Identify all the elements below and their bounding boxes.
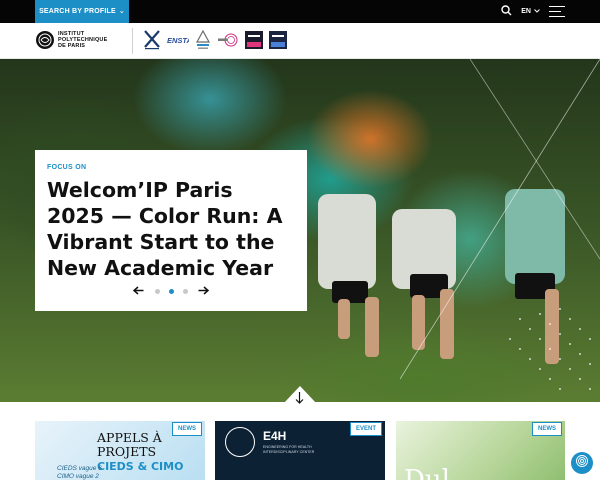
- news-tile[interactable]: Dul NEWS: [396, 421, 565, 480]
- telecom-sudparis-logo[interactable]: [269, 29, 287, 51]
- hero-image-runner-leg: [338, 299, 350, 339]
- search-by-profile-button[interactable]: SEARCH BY PROFILE ⌄: [35, 0, 129, 23]
- event-badge: EVENT: [349, 422, 382, 436]
- carousel-pager: [35, 284, 307, 298]
- arrow-right-icon[interactable]: [197, 284, 211, 298]
- divider: [132, 28, 133, 54]
- news-tile-heading: APPELS À PROJETS CIEDS & CIMO: [97, 430, 184, 474]
- news-tile[interactable]: APPELS À PROJETS CIEDS & CIMO CIEDS vagu…: [35, 421, 205, 480]
- focus-card[interactable]: FOCUS ON Welcom’IP Paris 2025 — Color Ru…: [35, 150, 307, 311]
- event-tile-subtitle: ENGINEERING FOR HEALTH INTERDISCIPLINARY…: [263, 445, 315, 454]
- hero-image-runner-leg: [365, 297, 379, 357]
- school-logos: ENSTA: [143, 29, 287, 51]
- news-badge: NEWS: [172, 422, 202, 436]
- svg-text:ENSTA: ENSTA: [167, 36, 189, 45]
- ecole-polytechnique-logo[interactable]: [143, 29, 161, 51]
- fingerprint-icon: [575, 454, 589, 473]
- ip-paris-emblem-icon: [36, 31, 54, 49]
- logo-text: INSTITUT POLYTECHNIQUE DE PARIS: [58, 31, 108, 49]
- hero-image-runner-shorts: [332, 281, 368, 303]
- top-bar: SEARCH BY PROFILE ⌄ EN: [0, 0, 600, 23]
- ensta-logo[interactable]: ENSTA: [167, 29, 189, 51]
- carousel-dot[interactable]: [182, 288, 188, 294]
- event-tile-heading: E4H: [263, 429, 287, 443]
- accessibility-widget-button[interactable]: [571, 452, 593, 474]
- ecole-des-ponts-logo[interactable]: [195, 29, 211, 51]
- search-by-profile-label: SEARCH BY PROFILE: [39, 8, 116, 15]
- telecom-paris-logo[interactable]: [245, 29, 263, 51]
- chevron-down-icon: ⌄: [118, 7, 125, 15]
- carousel-dot-active[interactable]: [168, 288, 174, 294]
- menu-icon[interactable]: [549, 5, 565, 18]
- news-tile-heading: Dul: [404, 465, 450, 480]
- language-selector[interactable]: EN: [521, 8, 540, 15]
- search-icon[interactable]: [501, 3, 512, 21]
- arrow-left-icon[interactable]: [132, 284, 146, 298]
- event-tile[interactable]: E4H ENGINEERING FOR HEALTH INTERDISCIPLI…: [215, 421, 385, 480]
- focus-kicker: FOCUS ON: [47, 164, 87, 171]
- ip-paris-emblem-icon: [225, 427, 255, 457]
- language-label: EN: [521, 8, 531, 15]
- decorative-pattern: [400, 59, 600, 390]
- focus-title[interactable]: Welcom’IP Paris 2025 — Color Run: A Vibr…: [47, 177, 295, 281]
- news-badge: NEWS: [532, 422, 562, 436]
- chevron-down-icon: [534, 8, 540, 15]
- scroll-down-button[interactable]: [283, 384, 317, 404]
- ensae-logo[interactable]: [217, 29, 239, 51]
- ip-paris-logo[interactable]: INSTITUT POLYTECHNIQUE DE PARIS: [36, 31, 107, 49]
- logo-bar: INSTITUT POLYTECHNIQUE DE PARIS ENSTA: [0, 23, 600, 59]
- news-tile-subtitle: CIEDS vague 6 CIMO vague 2: [57, 465, 102, 480]
- hero-image-runner: [318, 194, 376, 289]
- carousel-dot[interactable]: [154, 288, 160, 294]
